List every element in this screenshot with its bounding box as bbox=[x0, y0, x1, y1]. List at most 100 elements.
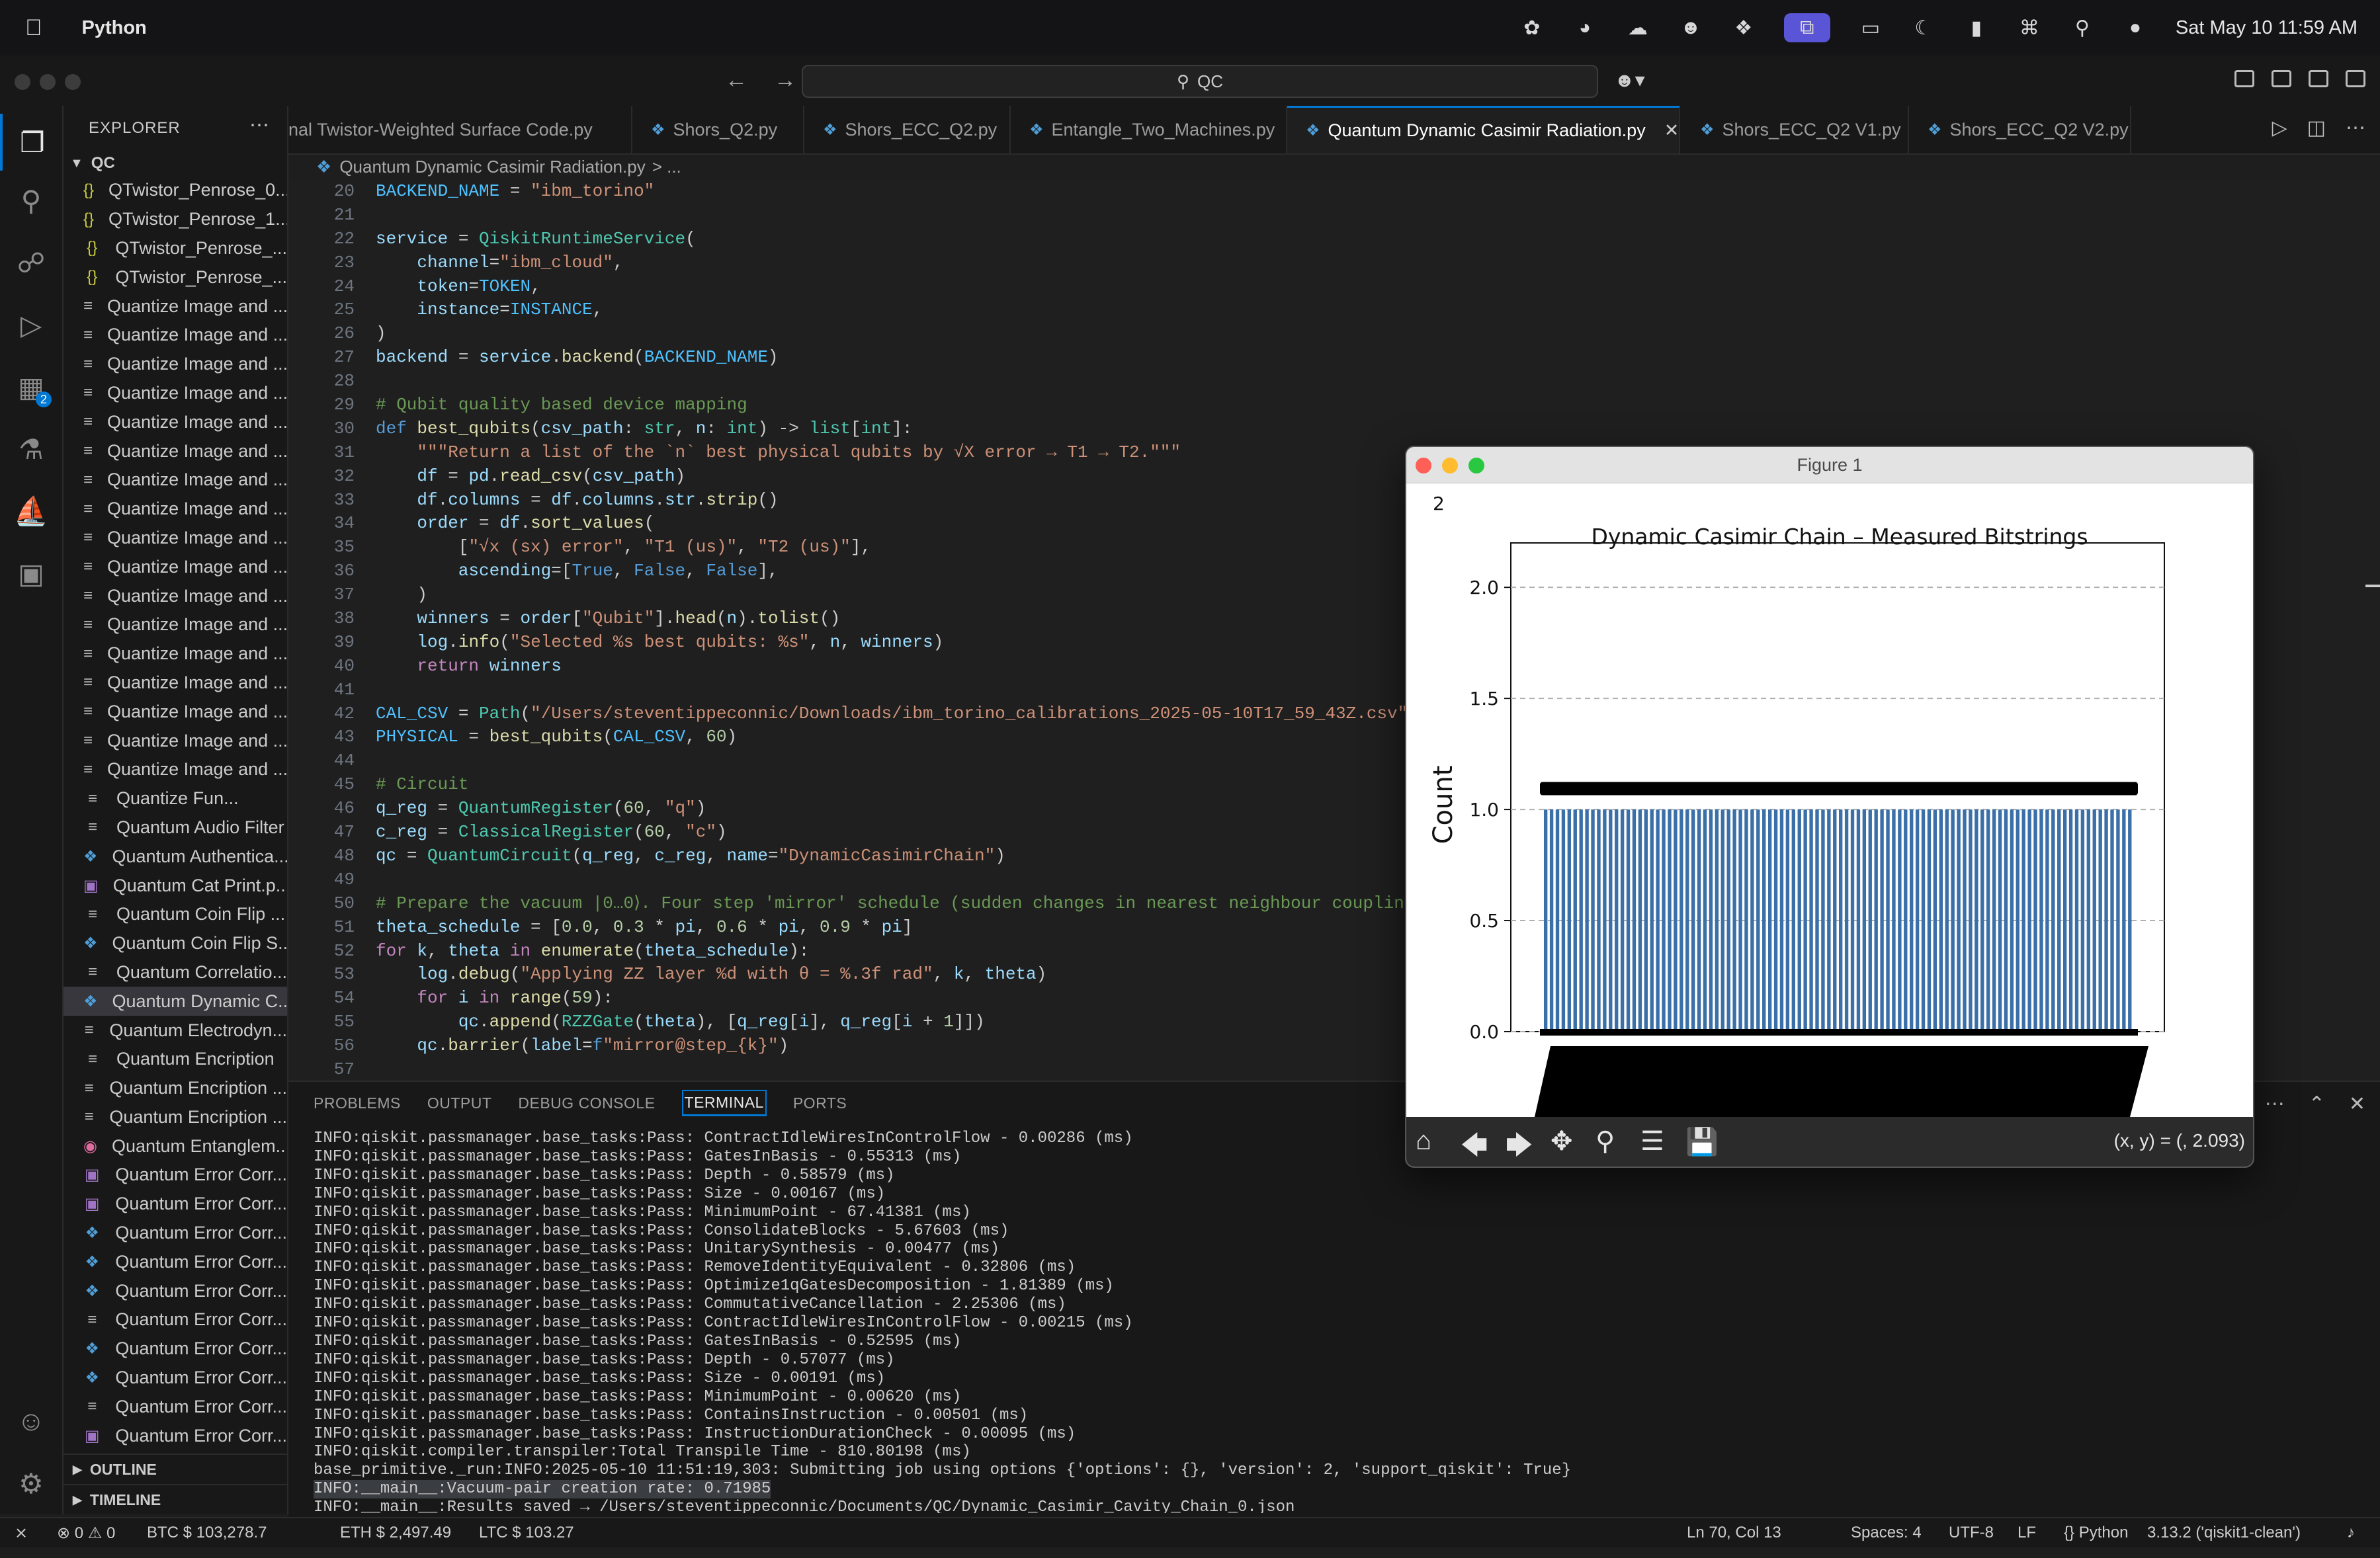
testing-flask-icon[interactable]: ⚗ bbox=[0, 421, 62, 477]
panel-tab-debug-console[interactable]: DEBUG CONSOLE bbox=[518, 1094, 655, 1112]
file-tree-item[interactable]: ≡ Quantize Image and ... bbox=[64, 321, 287, 350]
explorer-icon[interactable]: ❐ bbox=[0, 114, 62, 171]
file-tree-item[interactable]: {} QTwistor_Penrose_0... bbox=[64, 176, 287, 205]
file-tree-item[interactable]: ❖ Quantum Error Corr... bbox=[64, 1364, 287, 1393]
file-tree-item[interactable]: ❖ Quantum Coin Flip S... bbox=[64, 929, 287, 958]
file-tree-item[interactable]: ▣ Quantum Error Corr... bbox=[64, 1190, 287, 1219]
editor-tab[interactable]: ❖ Entangle_Two_Machines.py bbox=[1011, 106, 1287, 153]
search-icon[interactable]: ⚲ bbox=[0, 172, 62, 229]
figure-close-button[interactable] bbox=[1416, 458, 1431, 473]
file-tree-item[interactable]: {} QTwistor_Penrose_1... bbox=[64, 205, 287, 234]
code-content[interactable]: BACKEND_NAME = "ibm_torino" service = Qi… bbox=[376, 180, 1476, 1081]
file-tree-item[interactable]: ≡ Quantize Fun... bbox=[64, 784, 287, 813]
file-tree-item[interactable]: ▣ Quantum Cat Print.p... bbox=[64, 871, 287, 900]
btc-price[interactable]: BTC $ 103,278.7 bbox=[147, 1524, 267, 1542]
forward-arrow-icon[interactable]: → bbox=[774, 67, 796, 93]
file-tree-item[interactable]: ▣ Quantum Error Corr... bbox=[64, 1161, 287, 1190]
source-control-icon[interactable]: ☍ bbox=[0, 234, 62, 291]
leaf-icon[interactable]: ✿ bbox=[1519, 15, 1545, 40]
screen-mirroring-icon[interactable]: ⧉ bbox=[1783, 13, 1830, 42]
panel-tab-ports[interactable]: PORTS bbox=[793, 1094, 847, 1112]
close-window-button[interactable] bbox=[15, 74, 30, 90]
more-actions-icon[interactable]: ⋯ bbox=[2346, 116, 2365, 140]
file-tree-item[interactable]: ≡ Quantize Image and ... bbox=[64, 726, 287, 755]
file-tree-item[interactable]: ❖ Quantum Error Corr... bbox=[64, 1247, 287, 1276]
editor-tab[interactable]: ❖ Shors_ECC_Q2 V2.py bbox=[1909, 106, 2131, 153]
problems-indicator[interactable]: ⊗ 0 ⚠ 0 bbox=[57, 1524, 115, 1543]
panel-tab-output[interactable]: OUTPUT bbox=[427, 1094, 492, 1112]
editor-tab[interactable]: ❖ Quantum Dynamic Casimir Radiation.py ✕ bbox=[1287, 106, 1680, 153]
file-tree-item[interactable]: ❖ Quantum Error Corr... bbox=[64, 1334, 287, 1364]
notifications-bell-icon[interactable]: ♪ bbox=[2347, 1524, 2355, 1542]
toggle-secondary-sidebar-icon[interactable] bbox=[2309, 70, 2328, 87]
pan-move-icon[interactable]: ✥ bbox=[1551, 1126, 1573, 1157]
close-tab-icon[interactable]: ✕ bbox=[1664, 120, 1679, 141]
zoom-magnifier-icon[interactable]: ⚲ bbox=[1595, 1126, 1615, 1157]
editor-tab[interactable]: ❖ Shors_Q2.py bbox=[632, 106, 804, 153]
command-center-search[interactable]: ⚲ QC bbox=[802, 65, 1598, 98]
display-icon[interactable]: ▭ bbox=[1858, 15, 1883, 40]
panel-tab-problems[interactable]: PROBLEMS bbox=[314, 1094, 401, 1112]
ltc-price[interactable]: LTC $ 103.27 bbox=[479, 1524, 574, 1542]
file-tree-item[interactable]: ≡ Quantize Image and ... bbox=[64, 350, 287, 379]
file-tree-item[interactable]: ≡ Quantize Image and ... bbox=[64, 610, 287, 639]
more-actions-icon[interactable]: ⋯ bbox=[2265, 1092, 2285, 1116]
breadcrumb-rest[interactable]: > ... bbox=[652, 157, 681, 177]
panel-tab-terminal[interactable]: TERMINAL bbox=[681, 1090, 767, 1116]
customize-layout-icon[interactable] bbox=[2346, 70, 2365, 87]
file-tree-item[interactable]: {} QTwistor_Penrose_... bbox=[64, 234, 287, 263]
editor-tab[interactable]: ❖ Shors_ECC_Q2 V1.py bbox=[1681, 106, 1909, 153]
terminal-output[interactable]: INFO:qiskit.passmanager.base_tasks:Pass:… bbox=[314, 1129, 2351, 1513]
language-mode[interactable]: {} Python bbox=[2064, 1524, 2128, 1542]
timeline-section[interactable]: ▶ TIMELINE bbox=[64, 1484, 287, 1514]
file-tree-item[interactable]: ≡ Quantize Image and ... bbox=[64, 581, 287, 610]
toggle-primary-sidebar-icon[interactable] bbox=[2234, 70, 2254, 87]
remote-indicator-icon[interactable]: ⨯ bbox=[15, 1524, 28, 1543]
apple-icon[interactable]:  bbox=[25, 15, 42, 41]
menubar-clock[interactable]: Sat May 10 11:59 AM bbox=[2176, 17, 2358, 39]
battery-icon[interactable]: ▮ bbox=[1964, 15, 1989, 40]
file-tree-item[interactable]: ≡ Quantum Encription ... bbox=[64, 1103, 287, 1132]
figure-minimize-button[interactable] bbox=[1442, 458, 1458, 473]
file-tree-item[interactable]: ≡ Quantize Image and ... bbox=[64, 639, 287, 669]
figure-zoom-button[interactable] bbox=[1468, 458, 1484, 473]
moon-icon[interactable]: ☾ bbox=[1911, 15, 1936, 40]
back-arrow-icon[interactable]: 🡄 bbox=[1461, 1126, 1488, 1167]
toggle-panel-icon[interactable] bbox=[2272, 70, 2291, 87]
file-tree-item[interactable]: ❖ Quantum Authentica... bbox=[64, 842, 287, 871]
extensions-icon[interactable]: ▦ 2 bbox=[0, 358, 62, 415]
run-python-icon[interactable]: ▷ bbox=[2272, 116, 2287, 140]
breadcrumb-file[interactable]: Quantum Dynamic Casimir Radiation.py bbox=[339, 157, 645, 177]
more-actions-icon[interactable]: ⋯ bbox=[249, 114, 270, 137]
file-tree-item[interactable]: ❖ Quantum Dynamic C... bbox=[64, 987, 287, 1016]
editor-tab[interactable]: ❖ Shors_ECC_Q2.py bbox=[804, 106, 1011, 153]
file-tree-item[interactable]: ≡ Quantize Image and ... bbox=[64, 436, 287, 466]
spotlight-search-icon[interactable]: ⚲ bbox=[2070, 15, 2095, 40]
file-tree-item[interactable]: ❖ Quantum Error Corr... bbox=[64, 1276, 287, 1305]
cloud-icon[interactable]: ☁ bbox=[1625, 15, 1650, 40]
file-tree-item[interactable]: ≡ Quantize Image and ... bbox=[64, 466, 287, 495]
file-tree-item[interactable]: ❖ Quantum Error Corr... bbox=[64, 1219, 287, 1248]
file-tree-item[interactable]: ≡ Quantize Image and ... bbox=[64, 495, 287, 524]
file-tree-item[interactable]: ≡ Quantum Encription ... bbox=[64, 1074, 287, 1103]
file-tree-item[interactable]: ≡ Quantize Image and ... bbox=[64, 552, 287, 581]
configure-subplots-icon[interactable]: ☰ bbox=[1640, 1126, 1664, 1157]
accounts-icon[interactable]: ☺ bbox=[0, 1393, 62, 1450]
split-editor-icon[interactable]: ◫ bbox=[2307, 116, 2326, 140]
encoding[interactable]: UTF-8 bbox=[1949, 1524, 1994, 1542]
wifi-icon[interactable]: ⌘ bbox=[2017, 15, 2042, 40]
figure-window[interactable]: Figure 1 Dynamic Casimir Chain – Measure… bbox=[1405, 446, 2254, 1168]
close-panel-icon[interactable]: ✕ bbox=[2349, 1092, 2365, 1116]
robot-icon[interactable]: ☻ bbox=[1678, 15, 1703, 40]
settings-gear-icon[interactable]: ⚙ bbox=[0, 1455, 62, 1512]
run-debug-icon[interactable]: ▷ bbox=[0, 296, 62, 353]
file-tree-item[interactable]: ◉ Quantum Entanglem... bbox=[64, 1131, 287, 1161]
zoom-window-button[interactable] bbox=[65, 74, 81, 90]
file-tree-item[interactable]: ≡ Quantum Electrodyn... bbox=[64, 1016, 287, 1045]
file-tree-item[interactable]: ≡ Quantize Image and ... bbox=[64, 697, 287, 726]
control-center-icon[interactable]: ● bbox=[2123, 15, 2148, 40]
file-tree-item[interactable]: ≡ Quantum Correlatio... bbox=[64, 958, 287, 987]
back-arrow-icon[interactable]: ← bbox=[725, 67, 747, 93]
outline-section[interactable]: ▶ OUTLINE bbox=[64, 1454, 287, 1484]
minimize-window-button[interactable] bbox=[40, 74, 56, 90]
